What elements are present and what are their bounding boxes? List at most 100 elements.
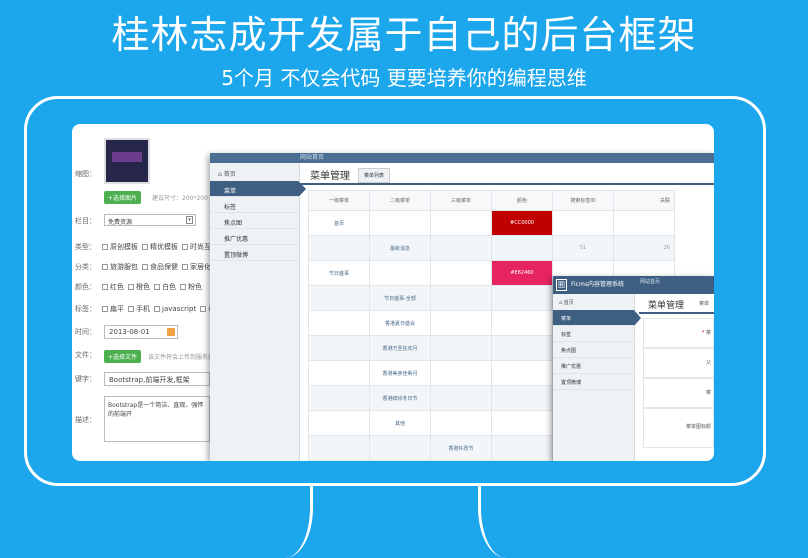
cms-window: 囿 Ficms内容管理系统 网站首页 ⌂ 首页 菜单 标签 焦点图 推广优惠 置… [553, 276, 714, 461]
table-cell [369, 435, 431, 461]
time-input[interactable]: 2013-08-01 [104, 325, 178, 339]
color-checkbox[interactable] [128, 284, 134, 290]
sidebar-item-weibo[interactable]: 置顶微博 [210, 245, 299, 261]
table-row[interactable]: 最新消息 51 26 [308, 235, 675, 261]
table-cell [430, 360, 492, 386]
category-checkbox[interactable] [142, 264, 148, 270]
table-cell [308, 360, 370, 386]
cms-sidebar-item-weibo[interactable]: 置顶微博 [553, 374, 634, 390]
monitor-screen: 缩图： +选择图片 建议尺寸：200*200 栏目： 免费资源 ▾ 类型： 原创… [72, 124, 714, 461]
table-cell [613, 210, 675, 236]
table-cell: 节日盛事-全部 [369, 285, 431, 311]
sidebar-item-tags[interactable]: 标签 [210, 197, 299, 213]
tag-checkbox[interactable] [154, 306, 160, 312]
cms-form-box: * 菜 [643, 318, 714, 348]
table-cell [369, 210, 431, 236]
cms-tab-menu[interactable]: 菜单 [699, 300, 709, 307]
table-cell [430, 260, 492, 286]
table-cell [491, 235, 553, 261]
cms-field-label: * 菜 [702, 329, 711, 336]
cms-sidebar-home[interactable]: ⌂ 首页 [553, 294, 634, 310]
chevron-down-icon: ▾ [186, 216, 193, 224]
table-cell: 香港缤纷冬日节 [369, 385, 431, 411]
cms-sidebar-item-promo[interactable]: 推广优惠 [553, 358, 634, 374]
page-header: 菜单管理 菜单列表 [300, 163, 714, 185]
sidebar-home[interactable]: ⌂ 首页 [210, 163, 299, 181]
description-value: Bootstrap是一个简洁、直观、强悍的前端开 [108, 402, 204, 418]
table-cell: 香港万圣狂欢月 [369, 335, 431, 361]
cms-form-box: 父 [643, 348, 714, 378]
category-checkbox[interactable] [102, 264, 108, 270]
category-checkbox[interactable] [182, 264, 188, 270]
table-cell [491, 335, 553, 361]
cms-sidebar-item-focus[interactable]: 焦点图 [553, 342, 634, 358]
cms-field-label: 菜单图标颜 [685, 424, 711, 430]
cms-field-label-text: 菜 [705, 330, 711, 336]
table-cell [308, 235, 370, 261]
tag-checkbox[interactable] [102, 306, 108, 312]
cms-sidebar-item-tags[interactable]: 标签 [553, 326, 634, 342]
color-option: 橙色 [136, 283, 150, 291]
tag-checkbox[interactable] [128, 306, 134, 312]
table-header-row: 一级菜单 二级菜单 三级菜单 颜色 搜索标签ID 关联 [308, 190, 675, 211]
table-cell [308, 410, 370, 436]
cms-form-box: 菜 [643, 378, 714, 408]
calendar-icon[interactable] [167, 328, 175, 336]
tag-checkbox[interactable] [200, 306, 207, 312]
color-cell: #E62460 [491, 260, 553, 286]
color-checkbox[interactable] [180, 284, 186, 290]
table-cell [491, 285, 553, 311]
tag-option: 扁平 [110, 305, 124, 313]
sidebar-item-menu[interactable]: 菜单 [210, 181, 306, 197]
cms-sidebar: ⌂ 首页 菜单 标签 焦点图 推广优惠 置顶微博 [553, 294, 641, 461]
type-checkbox[interactable] [182, 244, 188, 250]
top-crumb[interactable]: 网站首页 [300, 154, 324, 161]
desc-label: 描述： [75, 416, 96, 424]
monitor-stand-left [285, 486, 313, 558]
column-header: 颜色 [491, 190, 553, 211]
time-input-value: 2013-08-01 [109, 328, 150, 336]
color-checkbox[interactable] [102, 284, 108, 290]
table-cell [430, 235, 492, 261]
table-cell: 51 [552, 235, 614, 261]
column-select[interactable]: 免费资源 ▾ [104, 214, 196, 226]
color-option: 红色 [110, 283, 124, 291]
type-option: 精优模板 [150, 243, 178, 251]
table-cell [491, 385, 553, 411]
table-cell [430, 310, 492, 336]
upload-file-button[interactable]: +选择文件 [104, 350, 142, 363]
color-checkbox[interactable] [154, 284, 160, 290]
table-cell: 香港美食佳肴月 [369, 360, 431, 386]
type-checkbox[interactable] [102, 244, 108, 250]
column-header: 二级菜单 [369, 190, 431, 211]
description-textarea[interactable]: Bootstrap是一个简洁、直观、强悍的前端开 [104, 396, 210, 442]
sidebar-item-focus[interactable]: 焦点图 [210, 213, 299, 229]
cms-top-bar: 囿 Ficms内容管理系统 网站首页 [553, 276, 714, 294]
upload-image-button[interactable]: +选择图片 [104, 191, 142, 204]
table-cell [491, 310, 553, 336]
table-cell [552, 210, 614, 236]
table-cell [491, 360, 553, 386]
cms-logo-icon: 囿 [556, 279, 567, 291]
tag-label: 标签： [75, 305, 96, 313]
cms-brand: Ficms内容管理系统 [571, 281, 624, 288]
cms-top-crumb[interactable]: 网站首页 [640, 278, 660, 285]
color-label: 颜色： [75, 283, 96, 291]
color-cell: #CC0000 [491, 210, 553, 236]
column-header: 三级菜单 [430, 190, 492, 211]
sidebar: ⌂ 首页 菜单 标签 焦点图 推广优惠 置顶微博 [210, 163, 306, 461]
upload-hint: 建议尺寸：200*200 [152, 195, 208, 202]
tab-menu-list[interactable]: 菜单列表 [358, 168, 391, 183]
cms-sidebar-home-label: 首页 [563, 300, 574, 306]
table-cell [308, 285, 370, 311]
table-row[interactable]: 首页 #CC0000 [308, 210, 675, 236]
keyword-input[interactable]: Bootstrap,前端开发,框架 [104, 372, 210, 386]
cms-sidebar-item-menu[interactable]: 菜单 [553, 310, 641, 326]
type-option: 原创模板 [110, 243, 138, 251]
tag-option: 手机 [136, 305, 150, 313]
table-cell [308, 310, 370, 336]
color-option: 粉色 [188, 283, 202, 291]
sidebar-item-promo[interactable]: 推广优惠 [210, 229, 299, 245]
type-checkbox[interactable] [142, 244, 148, 250]
column-header: 搜索标签ID [552, 190, 614, 211]
